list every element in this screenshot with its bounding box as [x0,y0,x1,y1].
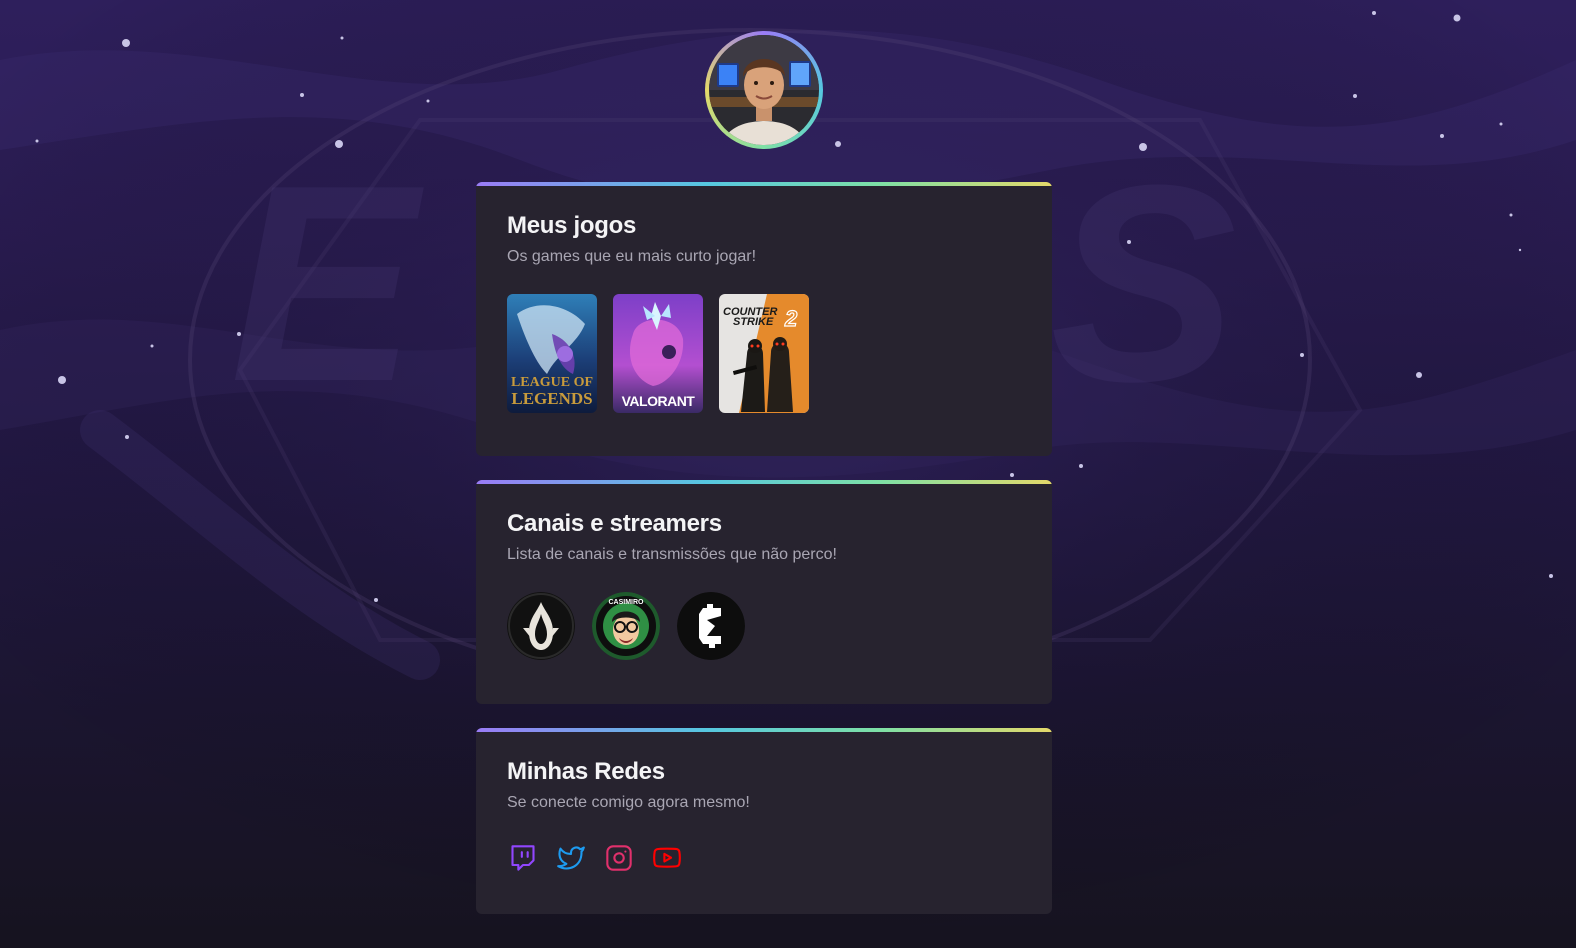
game-league-of-legends[interactable]: LEAGUE OF LEGENDS [507,294,597,413]
streamers-subtitle: Lista de canais e transmissões que não p… [507,546,837,563]
twitch-link[interactable] [509,844,537,872]
lol-logo-line2: LEGENDS [511,389,592,408]
streamer-channel[interactable]: CASIMIRO [592,592,660,660]
valorant-logo-text: VALORANT [622,393,696,409]
youtube-link[interactable] [653,844,681,872]
game-valorant[interactable]: VALORANT [613,294,703,413]
social-links [507,844,1021,872]
profile-avatar-ring [705,31,823,149]
lol-logo-line1: LEAGUE OF [511,375,593,390]
svg-text:E: E [230,128,427,440]
c-bolt-logo-icon [677,592,745,660]
flame-crest-logo-icon [507,592,575,660]
instagram-icon [606,845,632,871]
twitch-icon [511,845,535,871]
streamers-card: Canais e streamers Lista de canais e tra… [476,480,1052,704]
socials-subtitle: Se conecte comigo agora mesmo! [507,794,750,811]
twitter-icon [557,846,585,870]
casimiro-logo-icon: CASIMIRO [592,592,660,660]
svg-text:S: S [1050,128,1238,440]
valorant-cover-icon: VALORANT [613,294,703,413]
games-list: LEAGUE OF LEGENDS VALORANT COUNTER STRIK… [507,294,1021,413]
streamer-channel[interactable] [677,592,745,660]
streamers-title: Canais e streamers [507,510,722,537]
user-photo-icon [709,35,819,145]
youtube-icon [653,847,681,868]
counter-strike-2-cover-icon: COUNTER STRIKE 2 [719,294,809,413]
games-card: Meus jogos Os games que eu mais curto jo… [476,182,1052,456]
cs2-logo-number: 2 [784,306,798,331]
twitter-link[interactable] [557,844,585,872]
instagram-link[interactable] [605,844,633,872]
socials-card: Minhas Redes Se conecte comigo agora mes… [476,728,1052,914]
games-title: Meus jogos [507,212,637,239]
socials-title: Minhas Redes [507,758,665,785]
streamers-list: CASIMIRO [507,592,1021,660]
cs2-logo-line2: STRIKE [733,316,774,328]
game-counter-strike-2[interactable]: COUNTER STRIKE 2 [719,294,809,413]
league-of-legends-cover-icon: LEAGUE OF LEGENDS [507,294,597,413]
casimiro-badge-text: CASIMIRO [609,599,645,606]
avatar [709,35,819,145]
streamer-channel[interactable] [507,592,575,660]
games-subtitle: Os games que eu mais curto jogar! [507,248,757,265]
